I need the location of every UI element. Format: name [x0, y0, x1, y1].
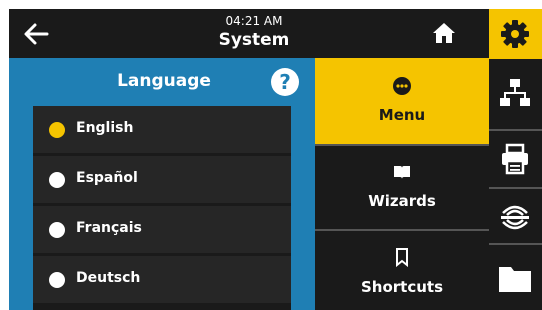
book-icon: [392, 162, 412, 182]
radio-selected-icon: [49, 122, 65, 138]
radio-unselected-icon: [49, 272, 65, 288]
home-icon[interactable]: [431, 21, 457, 45]
language-option-english[interactable]: English: [33, 106, 291, 153]
tab-rfid[interactable]: [489, 189, 542, 245]
printer-screen: 04:21 AM System Language ? English Españ…: [9, 9, 542, 310]
language-option-label: English: [76, 120, 134, 136]
side-tab-bar: [489, 9, 542, 310]
clock-time: 04:21 AM: [225, 14, 283, 28]
language-option-label: Français: [76, 220, 142, 236]
header-bar: 04:21 AM System: [9, 9, 489, 58]
tab-storage[interactable]: [489, 245, 542, 310]
language-list: English Español Français Deutsch: [33, 106, 291, 310]
tab-print[interactable]: [489, 131, 542, 189]
language-panel-title: Language: [117, 71, 211, 91]
radio-unselected-icon: [49, 222, 65, 238]
page-title: System: [218, 30, 290, 50]
network-icon: [500, 79, 530, 106]
language-option-label: Deutsch: [76, 270, 141, 286]
tab-network[interactable]: [489, 59, 542, 131]
shortcuts-button-label: Shortcuts: [360, 278, 444, 296]
wizards-button[interactable]: Wizards: [315, 146, 489, 229]
language-panel: Language ? English Español Français Deut…: [9, 58, 315, 310]
tab-settings[interactable]: [489, 9, 542, 59]
menu-button-label: Menu: [378, 106, 426, 124]
folder-icon: [499, 267, 531, 292]
menu-divider: [315, 229, 489, 231]
language-option-francais[interactable]: Français: [33, 206, 291, 253]
radio-unselected-icon: [49, 172, 65, 188]
printer-icon: [502, 143, 528, 175]
menu-column: Menu Wizards Shortcuts: [315, 58, 489, 310]
language-option-deutsch[interactable]: Deutsch: [33, 256, 291, 303]
help-icon[interactable]: ?: [271, 68, 299, 96]
bookmark-icon: [392, 247, 412, 268]
language-option-label: Español: [76, 170, 138, 186]
wizards-button-label: Wizards: [368, 192, 436, 210]
menu-divider: [315, 144, 489, 146]
rfid-icon: [501, 205, 529, 230]
gear-icon: [501, 20, 529, 48]
shortcuts-button[interactable]: Shortcuts: [315, 231, 489, 310]
dots-menu-icon: [392, 76, 412, 96]
back-arrow-icon[interactable]: [21, 19, 51, 49]
menu-button[interactable]: Menu: [315, 58, 489, 144]
language-option-espanol[interactable]: Español: [33, 156, 291, 203]
